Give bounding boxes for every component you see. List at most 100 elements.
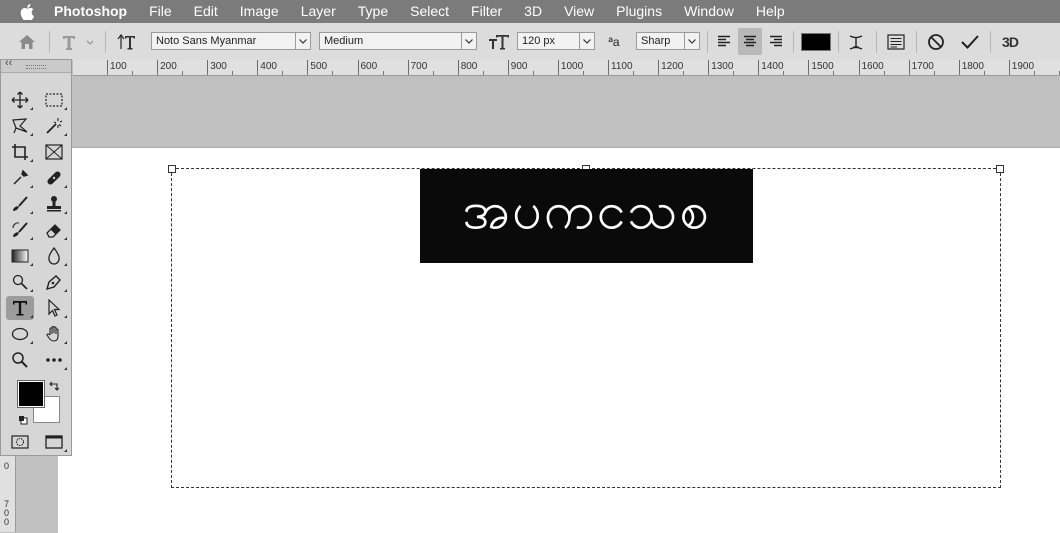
antialias-select[interactable]: Sharp xyxy=(636,32,700,50)
chevron-down-icon xyxy=(684,33,699,49)
warp-text-icon[interactable] xyxy=(843,23,869,60)
menu-edit[interactable]: Edit xyxy=(183,0,229,23)
font-family-select[interactable]: Noto Sans Myanmar xyxy=(151,32,311,50)
ruler-minor-tick xyxy=(182,71,184,75)
frame-tool-icon[interactable] xyxy=(40,140,68,164)
brush-tool-icon[interactable] xyxy=(6,192,34,216)
menu-type[interactable]: Type xyxy=(347,0,399,23)
ruler-tick-label: 1200 xyxy=(658,60,683,75)
ellipse-tool-icon[interactable] xyxy=(6,322,34,346)
ruler-minor-tick xyxy=(157,71,159,75)
ruler-tick-label: 500 xyxy=(307,60,327,75)
pen-tool-icon[interactable] xyxy=(40,270,68,294)
align-left-icon[interactable] xyxy=(713,23,735,60)
ruler-minor-tick xyxy=(808,71,810,75)
font-size-value: 120 px xyxy=(522,35,556,47)
tool-preset-picker[interactable] xyxy=(58,23,98,60)
text-color-swatch[interactable] xyxy=(801,23,831,60)
ruler-minor-tick xyxy=(507,71,509,75)
menu-filter[interactable]: Filter xyxy=(460,0,513,23)
home-icon[interactable] xyxy=(12,23,42,60)
apple-icon[interactable] xyxy=(16,0,38,23)
align-center-icon[interactable] xyxy=(738,28,762,55)
menu-view[interactable]: View xyxy=(553,0,605,23)
menu-plugins[interactable]: Plugins xyxy=(605,0,673,23)
healing-brush-tool-icon[interactable] xyxy=(40,166,68,190)
ruler-tick-label: 400 xyxy=(257,60,277,75)
ruler-minor-tick xyxy=(257,71,259,75)
foreground-color-swatch[interactable] xyxy=(17,380,45,408)
drag-grip-icon[interactable] xyxy=(26,65,46,69)
menu-bar: Photoshop File Edit Image Layer Type Sel… xyxy=(0,0,1060,23)
ruler-minor-tick xyxy=(132,71,134,75)
align-right-icon[interactable] xyxy=(765,23,787,60)
crop-tool-icon[interactable] xyxy=(6,140,34,164)
font-style-select[interactable]: Medium xyxy=(319,32,477,50)
type-tool-icon[interactable] xyxy=(6,296,34,320)
gradient-tool-icon[interactable] xyxy=(6,244,34,268)
ruler-minor-tick xyxy=(608,71,609,75)
marquee-tool-icon[interactable] xyxy=(40,88,68,112)
3d-icon[interactable]: 3D xyxy=(996,23,1024,60)
eyedropper-tool-icon[interactable] xyxy=(6,166,34,190)
swap-colors-icon[interactable] xyxy=(49,378,60,396)
ruler-tick-label: 1500 xyxy=(808,60,834,75)
ruler-minor-tick xyxy=(908,71,910,75)
menu-image[interactable]: Image xyxy=(229,0,290,23)
blur-tool-icon[interactable] xyxy=(40,244,68,268)
selected-text-layer[interactable]: အပကငသစ xyxy=(420,169,753,263)
eraser-tool-icon[interactable] xyxy=(40,218,68,242)
tools-panel: ‹‹ xyxy=(0,57,72,456)
menu-window[interactable]: Window xyxy=(673,0,745,23)
ruler-minor-tick xyxy=(382,71,384,75)
character-panel-icon[interactable] xyxy=(883,23,909,60)
ruler-tick-label: 1000 xyxy=(557,60,583,75)
ruler-tick-label: 600 xyxy=(357,60,377,75)
clone-stamp-tool-icon[interactable] xyxy=(40,192,68,216)
ruler-minor-tick xyxy=(833,71,835,75)
commit-checkmark-icon[interactable] xyxy=(956,23,984,60)
magic-wand-tool-icon[interactable] xyxy=(40,114,68,138)
color-swatch xyxy=(801,32,831,51)
ruler-tick-label: 1100 xyxy=(608,60,633,75)
menu-photoshop[interactable]: Photoshop xyxy=(52,0,138,23)
text-orientation-icon[interactable] xyxy=(112,23,140,60)
menu-select[interactable]: Select xyxy=(399,0,460,23)
ruler-minor-tick xyxy=(633,71,635,75)
horizontal-ruler: 100 200 300 400 500 600 700 800 900 1000 1100 1200 1… xyxy=(73,60,1060,76)
collapse-icon[interactable]: ‹‹ xyxy=(5,57,12,69)
resize-handle[interactable] xyxy=(996,165,1004,173)
hand-tool-icon[interactable] xyxy=(40,322,68,346)
ruler-minor-tick xyxy=(1033,71,1035,75)
quick-mask-icon[interactable] xyxy=(6,430,34,454)
ruler-minor-tick xyxy=(1008,71,1010,75)
cancel-icon[interactable] xyxy=(923,23,949,60)
menu-layer[interactable]: Layer xyxy=(290,0,347,23)
ruler-minor-tick xyxy=(532,71,534,75)
resize-handle[interactable] xyxy=(168,165,176,173)
ruler-tick-label: 1600 xyxy=(858,60,884,75)
dodge-tool-icon[interactable] xyxy=(6,270,34,294)
lasso-tool-icon[interactable] xyxy=(6,114,34,138)
font-size-icon xyxy=(485,23,513,60)
move-tool-icon[interactable] xyxy=(6,88,34,112)
zoom-tool-icon[interactable] xyxy=(6,348,34,372)
menu-help[interactable]: Help xyxy=(745,0,796,23)
ruler-minor-tick xyxy=(658,71,660,75)
vertical-ruler: 0 7 0 0 xyxy=(0,456,16,532)
font-size-select[interactable]: 120 px xyxy=(517,32,595,50)
ruler-minor-tick xyxy=(858,71,860,75)
chevron-down-icon xyxy=(461,33,476,49)
ruler-tick-label: 1700 xyxy=(908,60,934,75)
history-brush-tool-icon[interactable] xyxy=(6,218,34,242)
workspace: အပကငသစ xyxy=(58,76,1060,533)
tools-panel-header[interactable]: ‹‹ xyxy=(1,57,71,73)
more-tools-icon[interactable] xyxy=(40,348,68,372)
ruler-minor-tick xyxy=(933,71,935,75)
default-colors-icon[interactable] xyxy=(18,412,28,430)
vruler-label-b: 7 0 0 xyxy=(4,499,10,527)
menu-3d[interactable]: 3D xyxy=(513,0,553,23)
path-selection-tool-icon[interactable] xyxy=(40,296,68,320)
menu-file[interactable]: File xyxy=(138,0,183,23)
screen-mode-icon[interactable] xyxy=(40,430,68,454)
